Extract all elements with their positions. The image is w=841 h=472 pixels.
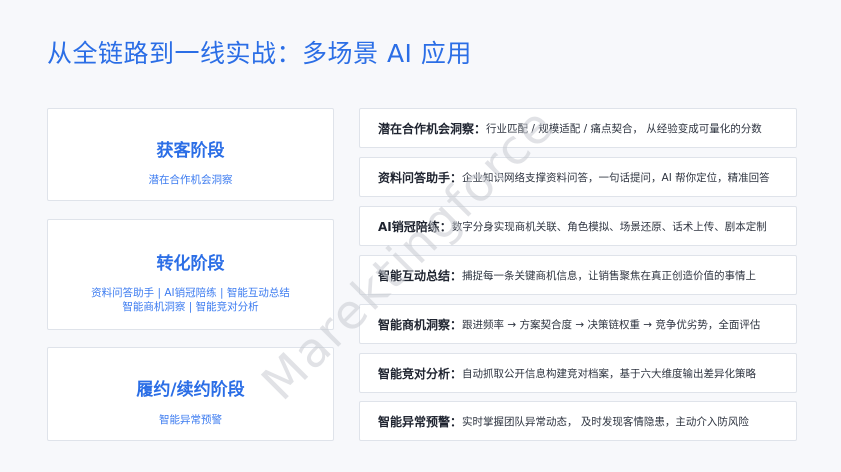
stage-title: 转化阶段 bbox=[156, 254, 225, 274]
stage-subtitle: 智能商机洞察 | 智能竞对分析 bbox=[122, 301, 259, 313]
feature-row-competitor-analysis: 智能竞对分析： 自动抓取公开信息构建竞对档案，基于六大维度输出差异化策略 bbox=[359, 353, 797, 393]
feature-name: AI销冠陪练： bbox=[378, 219, 452, 234]
stage-subtitle: 智能异常预警 bbox=[159, 414, 222, 426]
feature-name: 潜在合作机会洞察： bbox=[378, 121, 487, 136]
stage-subtitle: 潜在合作机会洞察 bbox=[148, 174, 233, 186]
feature-name: 智能互动总结： bbox=[378, 268, 463, 283]
stage-title: 履约/续约阶段 bbox=[136, 380, 245, 400]
stage-card-conversion: 转化阶段 资料问答助手 | AI销冠陪练 | 智能互动总结 智能商机洞察 | 智… bbox=[47, 219, 334, 330]
feature-row-interaction-summary: 智能互动总结： 捕捉每一条关键商机信息，让销售聚焦在真正创造价值的事情上 bbox=[359, 255, 797, 295]
stage-subtitle: 资料问答助手 | AI销冠陪练 | 智能互动总结 bbox=[91, 287, 290, 299]
feature-desc: 跟进频率 → 方案契合度 → 决策链权重 → 竞争优劣势，全面评估 bbox=[462, 318, 761, 331]
feature-row-sales-coach: AI销冠陪练： 数字分身实现商机关联、角色模拟、场景还原、话术上传、剧本定制 bbox=[359, 206, 797, 246]
feature-desc: 实时掌握团队异常动态， 及时发现客情隐患，主动介入防风险 bbox=[462, 415, 749, 428]
feature-desc: 自动抓取公开信息构建竞对档案，基于六大维度输出差异化策略 bbox=[462, 367, 757, 380]
feature-desc: 行业匹配 / 规模适配 / 痛点契合， 从经验变成可量化的分数 bbox=[486, 122, 762, 135]
stage-card-acquisition: 获客阶段 潜在合作机会洞察 bbox=[47, 108, 334, 201]
feature-row-opportunity-analysis: 智能商机洞察： 跟进频率 → 方案契合度 → 决策链权重 → 竞争优劣势，全面评… bbox=[359, 304, 797, 344]
feature-name: 智能异常预警： bbox=[378, 414, 463, 429]
feature-name: 智能商机洞察： bbox=[378, 317, 463, 332]
feature-row-opportunity-insight: 潜在合作机会洞察： 行业匹配 / 规模适配 / 痛点契合， 从经验变成可量化的分… bbox=[359, 108, 797, 148]
feature-name: 智能竞对分析： bbox=[378, 366, 463, 381]
page-title: 从全链路到一线实战：多场景 AI 应用 bbox=[47, 39, 472, 68]
feature-desc: 企业知识网络支撑资料问答，一句话提问，AI 帮你定位，精准回答 bbox=[462, 171, 770, 184]
stage-title: 获客阶段 bbox=[156, 141, 225, 161]
feature-desc: 捕捉每一条关键商机信息，让销售聚焦在真正创造价值的事情上 bbox=[462, 269, 757, 282]
feature-name: 资料问答助手： bbox=[378, 170, 463, 185]
feature-row-doc-qa: 资料问答助手： 企业知识网络支撑资料问答，一句话提问，AI 帮你定位，精准回答 bbox=[359, 157, 797, 197]
stage-card-fulfillment: 履约/续约阶段 智能异常预警 bbox=[47, 347, 334, 441]
feature-row-anomaly-alert: 智能异常预警： 实时掌握团队异常动态， 及时发现客情隐患，主动介入防风险 bbox=[359, 401, 797, 441]
feature-desc: 数字分身实现商机关联、角色模拟、场景还原、话术上传、剧本定制 bbox=[451, 220, 767, 233]
